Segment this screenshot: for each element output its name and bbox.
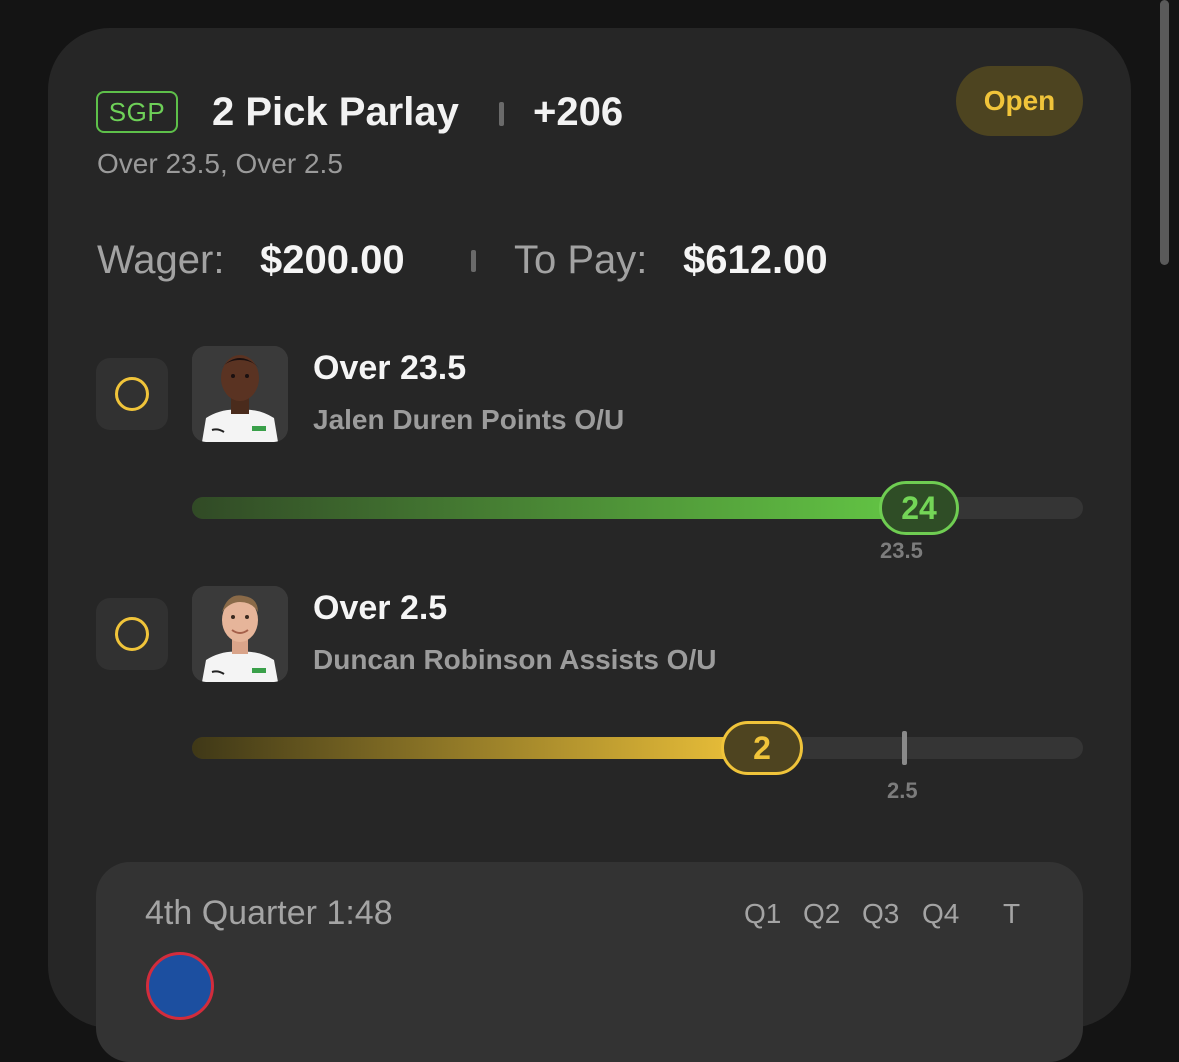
player-headshot-icon bbox=[192, 346, 288, 442]
pick-2-line-marker bbox=[902, 731, 907, 765]
wager-value: $200.00 bbox=[260, 238, 405, 282]
game-period: 4th Quarter 1:48 bbox=[145, 894, 393, 933]
wager-divider bbox=[471, 250, 476, 272]
pick-1-current-value: 24 bbox=[879, 481, 959, 535]
quarter-header-q4: Q4 bbox=[922, 898, 960, 929]
game-period-label: 4th Quarter bbox=[145, 894, 317, 932]
to-pay-label: To Pay: bbox=[514, 238, 648, 282]
radio-unchecked-icon bbox=[115, 377, 149, 411]
pick-2-current-value: 2 bbox=[721, 721, 803, 775]
sgp-badge: SGP bbox=[96, 91, 178, 133]
pick-1-radio-button[interactable] bbox=[96, 358, 168, 430]
game-clock: 1:48 bbox=[326, 894, 393, 932]
pick-1-line-label: 23.5 bbox=[880, 538, 923, 563]
bet-odds: +206 bbox=[533, 90, 624, 134]
bet-title: 2 Pick Parlay bbox=[212, 90, 459, 134]
wager-label: Wager: bbox=[97, 238, 225, 282]
game-scoreboard[interactable] bbox=[96, 862, 1083, 1062]
quarter-header-q1: Q1 bbox=[744, 898, 782, 929]
pick-2-market: Duncan Robinson Assists O/U bbox=[313, 644, 717, 675]
team-logo-icon bbox=[146, 952, 214, 1020]
radio-unchecked-icon bbox=[115, 617, 149, 651]
quarter-header-q2: Q2 bbox=[803, 898, 841, 929]
pick-2-title: Over 2.5 bbox=[313, 589, 448, 627]
quarter-header-total: T bbox=[1003, 898, 1021, 929]
pick-1-progress-fill bbox=[192, 497, 922, 519]
quarter-header-q3: Q3 bbox=[862, 898, 900, 929]
pick-1-title: Over 23.5 bbox=[313, 349, 467, 387]
pick-2-line-label: 2.5 bbox=[887, 778, 918, 803]
player-avatar-duncan-robinson bbox=[192, 586, 288, 682]
scrollbar[interactable] bbox=[1160, 0, 1169, 265]
pick-1-market: Jalen Duren Points O/U bbox=[313, 404, 625, 435]
bet-subtitle: Over 23.5, Over 2.5 bbox=[97, 148, 343, 179]
player-avatar-jalen-duren bbox=[192, 346, 288, 442]
status-open-button[interactable]: Open bbox=[956, 66, 1083, 136]
title-divider bbox=[499, 102, 504, 126]
pick-2-radio-button[interactable] bbox=[96, 598, 168, 670]
player-headshot-icon bbox=[192, 586, 288, 682]
to-pay-value: $612.00 bbox=[683, 238, 828, 282]
pick-2-progress-fill bbox=[192, 737, 762, 759]
